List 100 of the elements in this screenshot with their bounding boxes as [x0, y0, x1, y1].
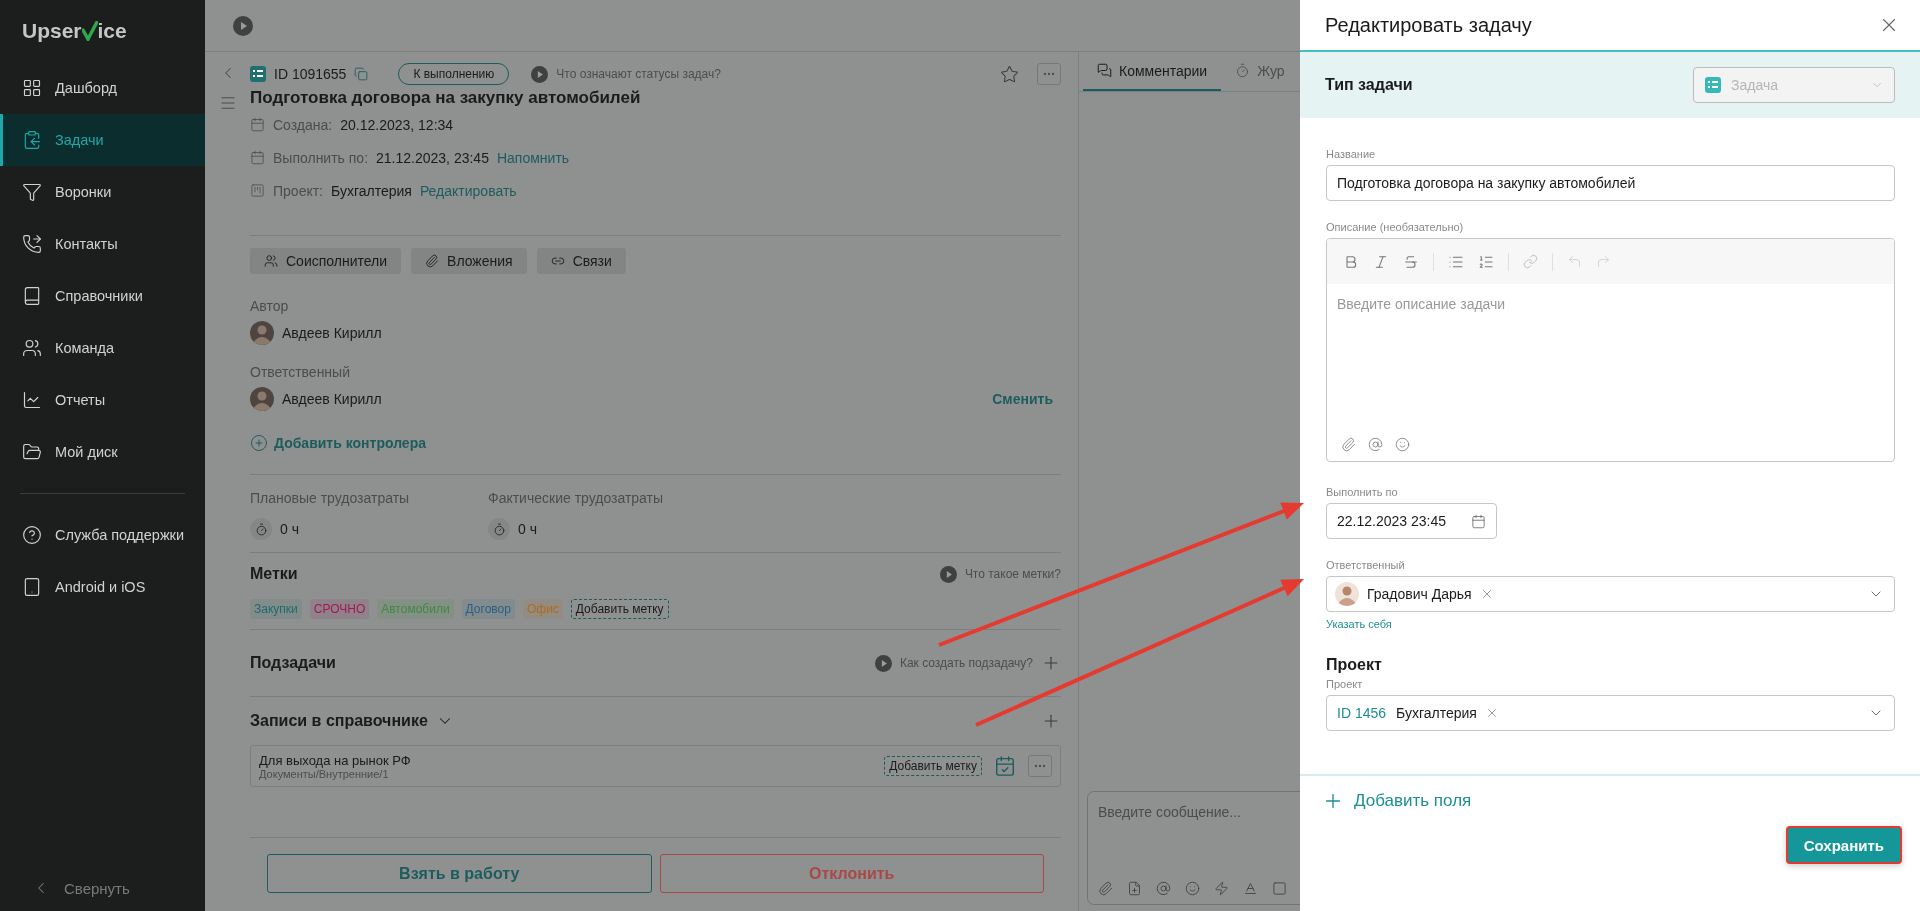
nav-item[interactable]: Мой диск [0, 426, 205, 478]
record-card[interactable]: Для выхода на рынок РФ Документы/Внутренние/1 Добавить метку [250, 745, 1061, 787]
nav-item[interactable]: Служба поддержки [0, 509, 205, 561]
dialog-title: Редактировать задачу [1325, 13, 1532, 37]
numbered-list-icon[interactable] [1478, 253, 1494, 270]
lightning-icon[interactable] [1214, 881, 1229, 896]
nav-label: Дашборд [55, 80, 118, 96]
panel-tab[interactable]: Жур [1221, 52, 1299, 91]
project-id: ID 1456 [1337, 705, 1387, 721]
section-title: Записи в справочнике [250, 712, 428, 730]
field-value: 21.12.2023, 23:45 [376, 149, 489, 166]
add-tag-button[interactable]: Добавить метку [884, 756, 982, 776]
description-editor[interactable]: Введите описание задачи [1326, 238, 1895, 462]
nav-item[interactable]: Задачи [0, 114, 205, 166]
nav-item[interactable]: Отчеты [0, 374, 205, 426]
section-title: Метки [250, 565, 298, 583]
strikethrough-icon[interactable] [1403, 253, 1419, 270]
timer-icon [1235, 63, 1251, 78]
bold-icon[interactable] [1343, 253, 1359, 270]
add-fields-button[interactable]: Добавить поля [1322, 790, 1472, 812]
italic-icon[interactable] [1373, 253, 1389, 270]
assign-self-link[interactable]: Указать себя [1326, 618, 1392, 630]
more-button[interactable] [1037, 63, 1061, 85]
section-button[interactable]: Связи [536, 248, 626, 274]
collapse-button[interactable]: Свернуть [0, 865, 205, 911]
play-icon[interactable] [939, 565, 957, 583]
field-value: Бухгалтерия [331, 182, 412, 199]
play-icon[interactable] [531, 65, 549, 83]
field-label: Название [1326, 148, 1377, 160]
nav-label: Задачи [55, 132, 104, 148]
panel-tab[interactable]: Комментарии [1083, 52, 1222, 91]
change-link[interactable]: Сменить [992, 391, 1053, 407]
timer-icon [250, 518, 272, 540]
people-icon [264, 254, 278, 268]
paperclip-icon[interactable] [1098, 881, 1113, 896]
nav-item[interactable]: Воронки [0, 166, 205, 218]
menu-icon[interactable] [218, 94, 237, 112]
section-button[interactable]: Вложения [411, 248, 527, 274]
nav-label: Android и iOS [55, 579, 146, 595]
task-id: ID 1091655 [274, 66, 347, 82]
chat-icon [1097, 63, 1112, 78]
message-box[interactable]: Введите сообщение... [1087, 791, 1300, 905]
calendar-check-icon[interactable] [994, 755, 1016, 777]
nav-label: Контакты [55, 236, 118, 252]
help-link[interactable]: Что означают статусы задач? [556, 67, 721, 81]
section-label: Автор [250, 298, 290, 314]
avatar [1335, 582, 1359, 606]
more-button[interactable] [1028, 755, 1052, 777]
record-path: Документы/Внутренние/1 [259, 767, 390, 780]
field-label: Выполнить по: [273, 149, 369, 166]
logo[interactable]: Upser ice [0, 0, 205, 62]
date-field[interactable]: 22.12.2023 23:45 [1326, 503, 1497, 539]
field-label: Выполнить по [1326, 486, 1399, 498]
name-field[interactable]: Подготовка договора на закупку автомобилей [1326, 165, 1895, 201]
at-icon[interactable] [1156, 881, 1171, 896]
field-label: Ответственный [1326, 559, 1406, 571]
project-name: Бухгалтерия [1396, 705, 1477, 721]
add-tag-button[interactable]: Добавить метку [570, 599, 669, 619]
play-icon[interactable] [874, 654, 892, 672]
clipboard-icon [22, 130, 42, 150]
smile-icon[interactable] [1395, 436, 1410, 452]
folder-icon [22, 442, 42, 462]
message-field[interactable]: Введите сообщение... [1098, 804, 1300, 820]
star-icon[interactable] [1000, 64, 1019, 84]
avatar [250, 387, 274, 411]
copy-icon[interactable] [354, 67, 369, 81]
play-icon[interactable] [233, 15, 253, 36]
field-label: Проект: [273, 182, 323, 199]
nav-item[interactable]: Справочники [0, 270, 205, 322]
book-icon [22, 286, 42, 306]
help-link[interactable]: Как создать подзадачу? [899, 656, 1033, 670]
paperclip-icon[interactable] [1341, 436, 1356, 452]
nav-item[interactable]: Дашборд [0, 62, 205, 114]
record-title: Для выхода на рынок РФ [259, 752, 411, 768]
assignee-select[interactable]: Градович Дарья [1326, 576, 1895, 612]
nav-item[interactable]: Android и iOS [0, 561, 205, 613]
project-select[interactable]: ID 1456 Бухгалтерия [1326, 695, 1895, 731]
type-label: Тип задачи [1325, 76, 1413, 94]
action-button[interactable]: Взять в работу [267, 854, 652, 893]
text-color-icon[interactable] [1243, 881, 1258, 896]
field-label: Создана: [273, 116, 333, 133]
phone-icon [22, 234, 42, 254]
nav-label: Служба поддержки [55, 527, 185, 543]
section-button[interactable]: Соисполнители [250, 248, 402, 274]
smile-icon[interactable] [1185, 881, 1200, 896]
save-button[interactable]: Сохранить [1785, 826, 1902, 864]
remind-link[interactable]: Напомнить [496, 149, 570, 166]
nav-label: Воронки [55, 184, 112, 200]
nav-item[interactable]: Контакты [0, 218, 205, 270]
help-link[interactable]: Что такое метки? [964, 567, 1061, 581]
at-icon[interactable] [1368, 436, 1383, 452]
link-icon[interactable] [1523, 254, 1538, 269]
edit-link[interactable]: Редактировать [419, 182, 517, 199]
section-label: Ответственный [250, 364, 351, 380]
add-controller-link[interactable]: Добавить контролера [274, 435, 426, 451]
effort-label: Фактические трудозатраты [488, 490, 665, 506]
file-plus-icon[interactable] [1127, 881, 1142, 896]
nav-item[interactable]: Команда [0, 322, 205, 374]
calendar-icon [250, 150, 265, 165]
square-icon[interactable] [1272, 881, 1287, 896]
